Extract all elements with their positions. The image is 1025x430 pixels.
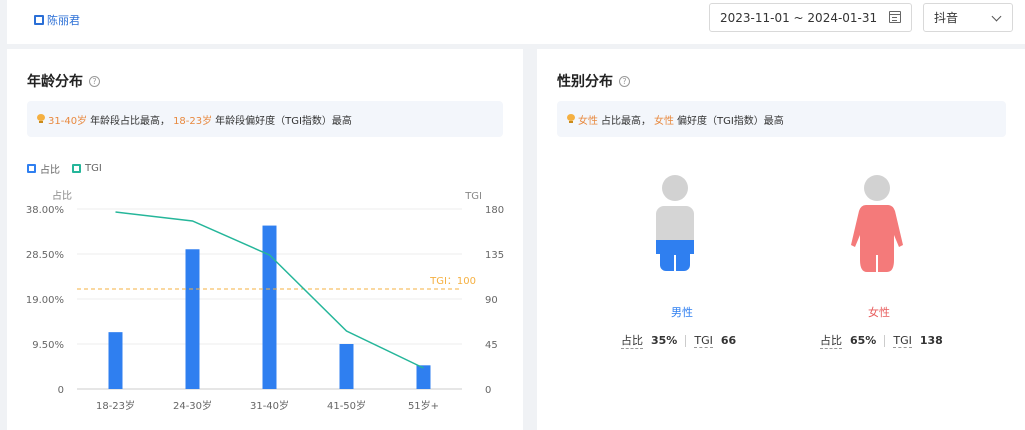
lightbulb-icon xyxy=(567,114,575,124)
female-body xyxy=(851,205,903,273)
female-share-value: 65% xyxy=(850,334,877,347)
male-share-label: 占比 xyxy=(621,334,643,349)
male-leg-gap xyxy=(674,255,676,271)
female-figure-icon xyxy=(849,175,905,275)
x-tick: 51岁+ xyxy=(408,399,439,412)
age-tip: 31-40岁 年龄段占比最高， 18-23岁 年龄段偏好度（TGI指数）最高 xyxy=(27,101,503,137)
legend-item-tgi[interactable]: TGI xyxy=(72,161,102,176)
male-label: 男性 xyxy=(671,306,693,319)
y-tick-left: 28.50% xyxy=(26,250,64,261)
age-tip-text-1: 年龄段占比最高， xyxy=(90,115,171,127)
divider xyxy=(884,334,886,347)
bar-share xyxy=(108,332,123,389)
y-tick-right: 45 xyxy=(485,340,498,351)
user-name: 陈丽君 xyxy=(47,14,80,27)
tgi-reference-label: TGI：100 xyxy=(429,276,476,287)
female-tgi-label: TGI xyxy=(893,333,912,348)
age-title: 年龄分布 ? xyxy=(27,71,100,91)
share-swatch-icon xyxy=(27,164,36,173)
age-title-text: 年龄分布 xyxy=(27,74,83,90)
male-stats: 占比 35% TGI 66 xyxy=(621,332,736,349)
chart-legend: 占比 TGI xyxy=(27,161,102,176)
female-share-label: 占比 xyxy=(820,334,842,349)
y-tick-left: 9.50% xyxy=(32,340,64,351)
y-tick-right: 135 xyxy=(485,250,504,261)
bar-share xyxy=(185,249,200,389)
y-tick-right: 0 xyxy=(485,385,491,396)
legend-share-label: 占比 xyxy=(40,165,60,176)
x-tick: 24-30岁 xyxy=(173,399,212,412)
y-tick-left: 0 xyxy=(58,385,64,396)
gender-tip: 女性 占比最高， 女性 偏好度（TGI指数）最高 xyxy=(557,101,1006,137)
gender-distribution-card: 性别分布 ? 女性 占比最高， 女性 偏好度（TGI指数）最高 男性 占比 35% T… xyxy=(537,49,1025,430)
gender-tip-highlight-2: 女性 xyxy=(654,115,674,127)
x-tick: 41-50岁 xyxy=(327,399,366,412)
female-stats: 占比 65% TGI 138 xyxy=(820,332,943,349)
age-chart: 占比 TGI 0 9.50% 19.00% 28.50% 38.00% 0 45 90 135 180… xyxy=(26,189,504,412)
tgi-swatch-icon xyxy=(72,164,81,173)
age-tip-highlight-1: 31-40岁 xyxy=(48,115,88,127)
y-tick-left: 19.00% xyxy=(26,295,64,306)
male-share-value: 35% xyxy=(651,334,678,347)
lightbulb-icon xyxy=(37,114,45,124)
y-tick-right: 180 xyxy=(485,205,504,216)
male-tgi-label: TGI xyxy=(694,333,713,348)
male-head xyxy=(662,175,688,201)
y-tick-left: 38.00% xyxy=(26,205,64,216)
gender-tip-text-1: 占比最高， xyxy=(601,115,651,127)
divider xyxy=(685,334,687,347)
date-range-value: 2023-11-01 ~ 2024-01-31 xyxy=(720,10,878,25)
y-axis-right-label: TGI xyxy=(464,191,482,202)
male-body xyxy=(656,206,694,242)
help-icon[interactable]: ? xyxy=(619,75,630,87)
y-tick-right: 90 xyxy=(485,295,498,306)
bar-share xyxy=(262,225,277,389)
age-tip-text-2: 年龄段偏好度（TGI指数）最高 xyxy=(215,115,352,127)
y-axis-left-label: 占比 xyxy=(52,189,72,202)
gender-title-text: 性别分布 xyxy=(557,74,613,90)
user-tag[interactable]: 陈丽君 xyxy=(34,12,80,28)
platform-select[interactable]: 抖音 xyxy=(923,3,1013,32)
platform-value: 抖音 xyxy=(934,11,959,25)
female-head xyxy=(864,175,890,201)
top-bar: 陈丽君 2023-11-01 ~ 2024-01-31 抖音 xyxy=(7,0,1025,44)
female-tgi-value: 138 xyxy=(919,334,943,347)
x-tick: 31-40岁 xyxy=(250,399,289,412)
male-tgi-value: 66 xyxy=(720,334,737,347)
gender-title: 性别分布 ? xyxy=(557,71,630,91)
age-tip-highlight-2: 18-23岁 xyxy=(173,115,213,127)
chevron-down-icon xyxy=(991,11,1002,22)
bar-share xyxy=(339,344,354,389)
help-icon[interactable]: ? xyxy=(89,75,100,87)
age-distribution-card: 年龄分布 ? 31-40岁 年龄段占比最高， 18-23岁 年龄段偏好度（TGI指数）… xyxy=(7,49,523,430)
male-figure-icon xyxy=(655,175,695,275)
calendar-icon xyxy=(889,11,901,23)
female-label: 女性 xyxy=(868,306,890,319)
bar-share xyxy=(416,365,431,389)
date-range-picker[interactable]: 2023-11-01 ~ 2024-01-31 xyxy=(709,3,912,32)
gender-tip-highlight-1: 女性 xyxy=(578,115,598,127)
legend-tgi-label: TGI xyxy=(85,163,102,174)
x-tick: 18-23岁 xyxy=(96,399,135,412)
gender-tip-text-2: 偏好度（TGI指数）最高 xyxy=(677,115,784,127)
user-tag-icon xyxy=(34,15,44,25)
legend-item-share[interactable]: 占比 xyxy=(27,161,60,176)
